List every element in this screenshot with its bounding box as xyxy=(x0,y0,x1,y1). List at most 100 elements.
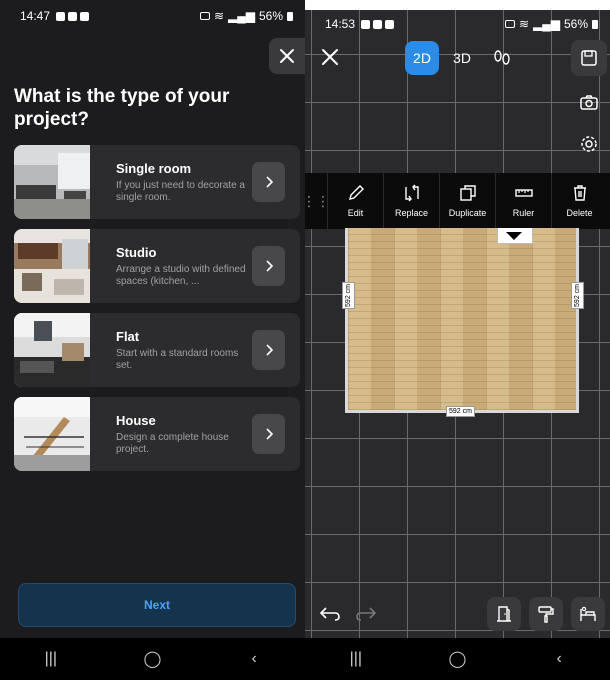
object-toolbar: ⋮⋮ Edit Replace Duplicate Ruler Delete xyxy=(302,173,610,229)
option-title: House xyxy=(116,413,156,428)
option-title: Single room xyxy=(116,161,192,176)
close-button[interactable] xyxy=(269,38,305,74)
replace-icon xyxy=(404,184,419,202)
status-time: 14:47 xyxy=(20,9,51,23)
view-2d-button[interactable]: 2D xyxy=(405,41,439,75)
recents-button[interactable]: ||| xyxy=(41,650,61,668)
android-nav-bar: ||| ◯ ‹ xyxy=(305,638,610,680)
chevron-right-icon xyxy=(265,344,273,356)
floorplan-editor-screen[interactable]: 14:53 ≋ ▂▄▆ 56% 2D 3D ⋮⋮ Edit Replace Du… xyxy=(302,0,610,680)
save-button[interactable] xyxy=(571,40,607,76)
undo-icon[interactable] xyxy=(319,604,341,624)
dimension-bottom: 592 cm xyxy=(446,406,475,417)
option-arrow-button[interactable] xyxy=(252,162,285,202)
camera-icon xyxy=(580,95,598,110)
option-arrow-button[interactable] xyxy=(252,330,285,370)
status-bar: 14:47 ≋ ▂▄▆ 56% xyxy=(0,0,305,32)
footprints-icon xyxy=(494,50,510,65)
status-right: ≋ ▂▄▆ 56% xyxy=(504,17,598,31)
project-type-screen: 14:47 ≋ ▂▄▆ 56% What is the type of your… xyxy=(0,0,305,680)
battery-icon xyxy=(592,19,598,29)
view-3d-button[interactable]: 3D xyxy=(445,41,479,75)
wifi-icon: ≋ xyxy=(518,17,529,31)
recents-button[interactable]: ||| xyxy=(346,650,366,668)
option-description: Start with a standard rooms set. xyxy=(116,348,239,371)
home-button[interactable]: ◯ xyxy=(142,649,162,669)
trash-icon xyxy=(573,185,586,201)
notification-icons xyxy=(56,11,90,21)
home-button[interactable]: ◯ xyxy=(447,649,467,669)
single-room-thumbnail xyxy=(14,145,90,219)
project-option-single-room[interactable]: Single room If you just need to decorate… xyxy=(14,145,300,219)
paint-button[interactable] xyxy=(529,597,563,631)
door-icon xyxy=(497,606,511,622)
room-floor[interactable] xyxy=(345,228,579,413)
option-description: Arrange a studio with defined spaces (ki… xyxy=(116,264,246,287)
battery-icon xyxy=(287,11,293,21)
notification-icons xyxy=(361,19,395,29)
home-icon xyxy=(68,11,78,21)
battery-level: 56% xyxy=(258,9,283,23)
signal-icon: ▂▄▆ xyxy=(228,9,255,23)
project-option-house[interactable]: House Design a complete house project. xyxy=(14,397,300,471)
option-description: Design a complete house project. xyxy=(116,432,229,455)
edit-tool[interactable]: Edit xyxy=(327,173,383,229)
view-mode-switch: 2D 3D xyxy=(405,41,519,75)
ruler-icon xyxy=(514,189,533,197)
project-option-flat[interactable]: Flat Start with a standard rooms set. xyxy=(14,313,300,387)
ruler-tool[interactable]: Ruler xyxy=(495,173,551,229)
signal-icon: ▂▄▆ xyxy=(533,17,560,31)
dimension-left: 592 cm xyxy=(342,282,355,309)
drag-handle-icon[interactable]: ⋮⋮ xyxy=(302,193,330,210)
close-icon xyxy=(280,49,294,63)
delete-tool[interactable]: Delete xyxy=(551,173,607,229)
project-option-studio[interactable]: Studio Arrange a studio with defined spa… xyxy=(14,229,300,303)
battery-level: 56% xyxy=(563,17,588,31)
duplicate-tool[interactable]: Duplicate xyxy=(439,173,495,229)
paint-roller-icon xyxy=(538,606,554,623)
marker-arrow-icon xyxy=(506,232,522,240)
option-title: Flat xyxy=(116,329,140,344)
walk-mode-button[interactable] xyxy=(485,41,519,75)
wifi-icon: ≋ xyxy=(213,9,224,23)
close-icon[interactable] xyxy=(319,46,341,68)
studio-thumbnail xyxy=(14,229,90,303)
next-button[interactable]: Next xyxy=(18,583,296,627)
vpn-icon xyxy=(504,20,515,28)
home-icon xyxy=(373,19,383,29)
status-time: 14:53 xyxy=(325,17,356,31)
tool-label: Replace xyxy=(394,208,429,218)
replace-tool[interactable]: Replace xyxy=(383,173,439,229)
settings-button[interactable] xyxy=(571,126,607,162)
back-button[interactable]: ‹ xyxy=(244,650,264,668)
selection-marker[interactable] xyxy=(497,228,533,244)
gallery-icon xyxy=(361,19,371,29)
chat-icon xyxy=(385,19,395,29)
option-description: If you just need to decorate a single ro… xyxy=(116,180,245,203)
screenshot-button[interactable] xyxy=(571,84,607,120)
screenshot-root: 14:47 ≋ ▂▄▆ 56% What is the type of your… xyxy=(0,0,610,680)
option-arrow-button[interactable] xyxy=(252,246,285,286)
chevron-right-icon xyxy=(265,260,273,272)
tool-label: Duplicate xyxy=(448,208,487,218)
option-title: Studio xyxy=(116,245,157,260)
top-strip xyxy=(305,0,610,10)
save-icon xyxy=(581,50,597,66)
house-thumbnail xyxy=(14,397,90,471)
vpn-icon xyxy=(199,12,210,20)
dimension-right: 592 cm xyxy=(571,282,584,309)
flat-thumbnail xyxy=(14,313,90,387)
redo-icon[interactable] xyxy=(355,604,377,624)
chevron-right-icon xyxy=(265,176,273,188)
furniture-button[interactable] xyxy=(571,597,605,631)
doors-windows-button[interactable] xyxy=(487,597,521,631)
tool-label: Delete xyxy=(566,208,593,218)
option-arrow-button[interactable] xyxy=(252,414,285,454)
android-nav-bar: ||| ◯ ‹ xyxy=(0,638,305,680)
page-title: What is the type of your project? xyxy=(14,86,230,130)
status-bar: 14:53 ≋ ▂▄▆ 56% xyxy=(305,10,610,38)
duplicate-icon xyxy=(459,185,476,201)
tool-label: Edit xyxy=(347,208,364,218)
back-button[interactable]: ‹ xyxy=(549,650,569,668)
tool-label: Ruler xyxy=(512,208,535,218)
